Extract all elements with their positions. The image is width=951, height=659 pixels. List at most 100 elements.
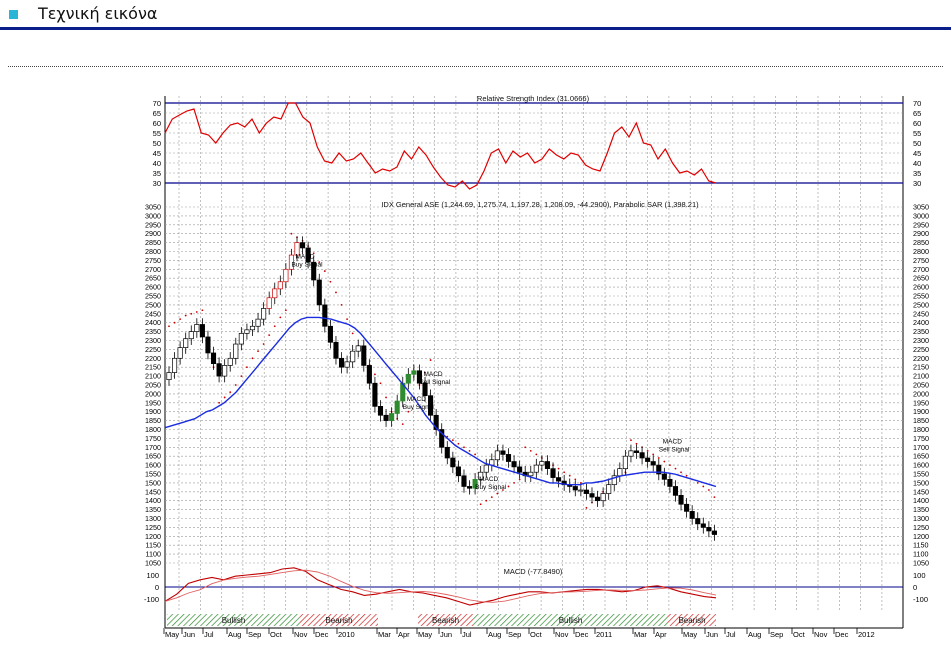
- sar-dot: [496, 492, 499, 495]
- rsi-tick-label-right: 30: [913, 179, 921, 188]
- sar-dot: [195, 311, 198, 313]
- macd-tick-label-right: 0: [913, 583, 917, 592]
- candle-body: [667, 478, 673, 487]
- candle-body: [505, 454, 512, 462]
- rsi-tick-label-left: 35: [153, 169, 161, 178]
- price-tick-label-right: 2200: [913, 354, 929, 363]
- price-tick-label-right: 1550: [913, 470, 929, 479]
- price-tick-label-right: 2750: [913, 256, 929, 265]
- trend-band-label: Bearish: [678, 616, 705, 625]
- candle-body: [283, 268, 289, 283]
- price-tick-label-left: 1250: [145, 523, 161, 532]
- price-tick-label-right: 2450: [913, 309, 929, 318]
- rsi-tick-label-right: 45: [913, 149, 921, 158]
- candle-body: [366, 365, 372, 384]
- candle-body: [355, 345, 361, 352]
- sar-dot: [635, 442, 638, 445]
- sar-dot: [529, 449, 532, 452]
- candle-body: [711, 530, 717, 535]
- candle-body: [572, 486, 578, 491]
- price-tick-label-left: 1400: [145, 496, 161, 505]
- candle-body: [199, 324, 205, 338]
- price-tick-label-right: 1800: [913, 425, 929, 434]
- candle-body: [550, 468, 556, 478]
- candle-body: [494, 450, 500, 461]
- candle-body: [622, 455, 628, 470]
- candle-body: [394, 400, 400, 414]
- price-panel: 1050 10501100 11001150 11501200 12001250 1250…: [145, 203, 929, 568]
- sar-dot: [669, 464, 671, 466]
- candle-body: [233, 343, 239, 359]
- candle-body: [300, 242, 306, 249]
- sar-dot: [273, 325, 276, 328]
- x-tick-label: Dec: [315, 630, 329, 639]
- candle-body: [261, 308, 267, 320]
- sar-dot: [262, 343, 265, 345]
- price-tick-label-right: 1650: [913, 452, 929, 461]
- price-tick-label-right: 3000: [913, 211, 929, 220]
- candle-body: [589, 493, 595, 498]
- price-tick-label-right: 1050: [913, 559, 929, 568]
- candle-body: [377, 406, 384, 416]
- x-tick-label: Mar: [634, 630, 647, 639]
- price-tick-label-right: 1350: [913, 505, 929, 514]
- sar-dot: [374, 373, 376, 376]
- rsi-tick-label-right: 60: [913, 119, 921, 128]
- candle-body: [517, 466, 523, 473]
- candle-body: [255, 318, 261, 327]
- rsi-line: [164, 102, 717, 190]
- price-tick-label-left: 1650: [145, 452, 161, 461]
- candle-body: [700, 523, 706, 528]
- x-tick-label: Apr: [398, 630, 410, 639]
- signal-sublabel: Sell Signal: [419, 379, 450, 386]
- candle-body: [188, 331, 194, 340]
- rsi-tick-label-left: 60: [153, 119, 161, 128]
- sar-dot: [457, 442, 460, 445]
- sar-dot: [479, 503, 482, 506]
- signal-label: MACD: [407, 396, 426, 403]
- sar-dot: [246, 366, 248, 369]
- price-tick-label-right: 2800: [913, 247, 929, 256]
- signal-sublabel: Sell Signal: [659, 447, 690, 454]
- signal-label: MACD: [663, 439, 682, 446]
- rsi-tick-label-right: 40: [913, 159, 921, 168]
- sar-dot: [451, 439, 454, 442]
- candle-body: [450, 457, 456, 468]
- price-tick-label-left: 2300: [145, 336, 161, 345]
- sar-dot: [179, 318, 182, 321]
- candle-body: [466, 486, 473, 489]
- macd-tick-label-left: 100: [146, 571, 159, 580]
- x-tick-label: Jun: [183, 630, 195, 639]
- sar-dot: [663, 460, 666, 463]
- sar-dot: [568, 474, 571, 477]
- price-tick-label-right: 2050: [913, 381, 929, 390]
- rsi-tick-label-right: 35: [913, 169, 921, 178]
- sar-dot: [290, 232, 293, 235]
- candle-body: [172, 357, 178, 373]
- candle-body: [595, 496, 601, 502]
- candle-body: [628, 450, 634, 457]
- price-tick-label-right: 2900: [913, 229, 929, 238]
- sar-dot: [507, 485, 510, 488]
- trend-band-label: Bearish: [432, 616, 459, 625]
- price-tick-label-left: 1600: [145, 461, 161, 470]
- sar-dot: [284, 309, 287, 312]
- candle-body: [645, 457, 651, 462]
- price-tick-label-left: 2900: [145, 229, 161, 238]
- sar-dot: [251, 357, 254, 360]
- candle-body: [578, 489, 584, 492]
- price-tick-label-right: 1500: [913, 478, 929, 487]
- rsi-tick-label-right: 50: [913, 139, 921, 148]
- candle-body: [695, 518, 701, 525]
- sar-dot: [329, 280, 332, 283]
- candle-body: [455, 466, 461, 477]
- sar-dot: [490, 496, 493, 499]
- price-tick-label-right: 1250: [913, 523, 929, 532]
- price-tick-label-left: 3000: [145, 211, 161, 220]
- candle-body: [539, 461, 545, 466]
- chart-grid: [178, 96, 883, 612]
- candle-body: [244, 329, 250, 334]
- candle-body: [511, 461, 517, 468]
- candle-body: [216, 363, 222, 377]
- x-tick-label: 2010: [338, 630, 355, 639]
